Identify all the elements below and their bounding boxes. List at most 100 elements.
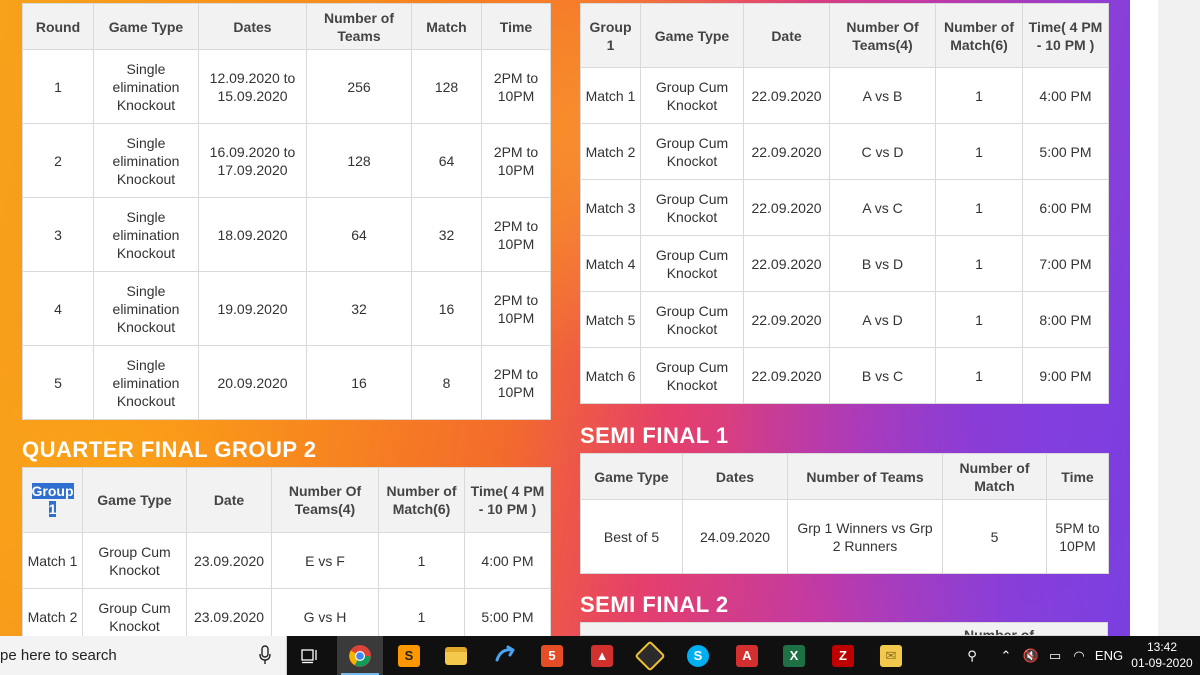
table-cell: 32 <box>306 271 412 346</box>
table-cell: 22.09.2020 <box>743 347 830 404</box>
table-cell: 23.09.2020 <box>186 532 272 589</box>
table-cell: 9:00 PM <box>1022 347 1109 404</box>
microphone-icon[interactable] <box>258 645 272 665</box>
table-cell: Best of 5 <box>580 499 683 574</box>
table-row: Match 6 Group Cum Knockot 22.09.2020 B v… <box>580 347 1109 404</box>
table-cell: C vs D <box>829 123 936 180</box>
table-cell: 4:00 PM <box>1022 67 1109 124</box>
col-header: Number of Match(6) <box>378 467 465 533</box>
people-icon[interactable]: ⚲ <box>960 636 984 675</box>
table-cell: A vs C <box>829 179 936 236</box>
table-cell: 1 <box>935 347 1023 404</box>
chrome-icon[interactable] <box>340 640 380 671</box>
sf1-header-row: Game Type Dates Number of Teams Number o… <box>580 453 1109 500</box>
wifi-icon[interactable]: ◠ <box>1068 636 1090 675</box>
table-cell: 2PM to 10PM <box>481 345 551 420</box>
table-cell: 24.09.2020 <box>682 499 788 574</box>
table-cell: 1 <box>935 67 1023 124</box>
browser-scroll-area[interactable] <box>1158 0 1200 636</box>
taskbar-clock[interactable]: 13:42 01-09-2020 <box>1126 639 1198 671</box>
table-cell: Group Cum Knockot <box>640 123 744 180</box>
semi-final-2-title: SEMI FINAL 2 <box>580 592 729 617</box>
table-cell: 4:00 PM <box>464 532 551 589</box>
table-row: Match 2 Group Cum Knockot 22.09.2020 C v… <box>580 123 1109 180</box>
table-cell: 1 <box>22 49 94 124</box>
edge-arrow-icon[interactable] <box>485 640 525 671</box>
table-row: Match 1 Group Cum Knockot 23.09.2020 E v… <box>22 532 551 589</box>
table-cell: Match 6 <box>580 347 641 404</box>
table-cell: 22.09.2020 <box>743 67 830 124</box>
clock-date: 01-09-2020 <box>1131 656 1193 670</box>
rounds-header-row: Round Game Type Dates Number of Teams Ma… <box>22 3 551 50</box>
sublime-icon[interactable]: S <box>389 640 429 671</box>
table-cell: A vs B <box>829 67 936 124</box>
selected-text[interactable]: Group 1 <box>31 483 74 517</box>
col-header: Time <box>481 3 551 50</box>
table-cell: 2PM to 10PM <box>481 123 551 198</box>
table-cell: 3 <box>22 197 94 272</box>
html5-icon[interactable]: 5 <box>532 640 572 671</box>
table-cell: 22.09.2020 <box>743 235 830 292</box>
col-header: Match <box>411 3 482 50</box>
language-indicator[interactable]: ENG <box>1094 636 1124 675</box>
table-row: Match 1 Group Cum Knockot 22.09.2020 A v… <box>580 67 1109 124</box>
semi-final-1-table: Game Type Dates Number of Teams Number o… <box>580 453 1109 574</box>
mail-icon[interactable]: ✉ <box>871 640 911 671</box>
table-cell: 6:00 PM <box>1022 179 1109 236</box>
table-cell: Single elimination Knockout <box>93 123 199 198</box>
col-header: Game Type <box>82 467 187 533</box>
col-header: Number Of Teams(4) <box>829 3 936 68</box>
acrobat-icon[interactable]: A <box>727 640 767 671</box>
table-cell: 18.09.2020 <box>198 197 307 272</box>
skype-icon[interactable]: S <box>678 640 718 671</box>
search-placeholder: pe here to search <box>0 647 117 664</box>
table-cell: Group Cum Knockot <box>82 532 187 589</box>
table-cell: A vs D <box>829 291 936 348</box>
semi-final-2-table-top: Number of <box>580 622 1108 636</box>
partial-header: Number of <box>964 627 1034 636</box>
col-header: Number of Teams <box>787 453 943 500</box>
col-header-group-selected: Group 1 <box>22 467 83 533</box>
table-cell: Match 3 <box>580 179 641 236</box>
clock-time: 13:42 <box>1146 640 1178 654</box>
table-cell: 16.09.2020 to 17.09.2020 <box>198 123 307 198</box>
table-cell: 32 <box>411 197 482 272</box>
col-header: Group 1 <box>580 3 641 68</box>
quarter-final-group2-title: QUARTER FINAL GROUP 2 <box>22 437 317 462</box>
windows-taskbar: pe here to search S 5 ▲ S A X Z ✉ ⚲ ⌃ 🔇 … <box>0 636 1200 675</box>
table-cell: 128 <box>411 49 482 124</box>
task-view-icon[interactable] <box>290 640 330 671</box>
table-cell: 8 <box>411 345 482 420</box>
filezilla-icon[interactable]: Z <box>823 640 863 671</box>
table-cell: B vs D <box>829 235 936 292</box>
table-row: 2 Single elimination Knockout 16.09.2020… <box>22 123 551 198</box>
table-cell: 16 <box>411 271 482 346</box>
battery-icon[interactable]: ▭ <box>1044 636 1066 675</box>
chevron-up-icon[interactable]: ⌃ <box>995 636 1017 675</box>
col-header: Time( 4 PM - 10 PM ) <box>464 467 551 533</box>
image-viewer-icon[interactable]: ▲ <box>582 640 622 671</box>
table-cell: 5 <box>22 345 94 420</box>
table-cell: Group Cum Knockot <box>640 347 744 404</box>
excel-icon[interactable]: X <box>774 640 814 671</box>
file-explorer-icon[interactable] <box>436 640 476 671</box>
table-cell: Single elimination Knockout <box>93 197 199 272</box>
taskbar-search-box[interactable]: pe here to search <box>0 636 287 675</box>
quarter-final-group2-table: Group 1 Game Type Date Number Of Teams(4… <box>22 467 551 645</box>
table-cell: 2PM to 10PM <box>481 197 551 272</box>
table-cell: Single elimination Knockout <box>93 271 199 346</box>
table-cell: Single elimination Knockout <box>93 345 199 420</box>
table-row: 3 Single elimination Knockout 18.09.2020… <box>22 197 551 272</box>
table-row: Best of 5 24.09.2020 Grp 1 Winners vs Gr… <box>580 499 1109 574</box>
table-cell: 19.09.2020 <box>198 271 307 346</box>
volume-muted-icon[interactable]: 🔇 <box>1020 636 1042 675</box>
git-icon[interactable] <box>630 639 670 672</box>
table-cell: 5PM to 10PM <box>1046 499 1109 574</box>
col-header: Number of Match(6) <box>935 3 1023 68</box>
col-header: Round <box>22 3 94 50</box>
rounds-table: Round Game Type Dates Number of Teams Ma… <box>22 3 551 420</box>
table-row: Match 5 Group Cum Knockot 22.09.2020 A v… <box>580 291 1109 348</box>
semi-final-1-title: SEMI FINAL 1 <box>580 423 729 448</box>
table-cell: 22.09.2020 <box>743 179 830 236</box>
table-cell: Group Cum Knockot <box>640 67 744 124</box>
